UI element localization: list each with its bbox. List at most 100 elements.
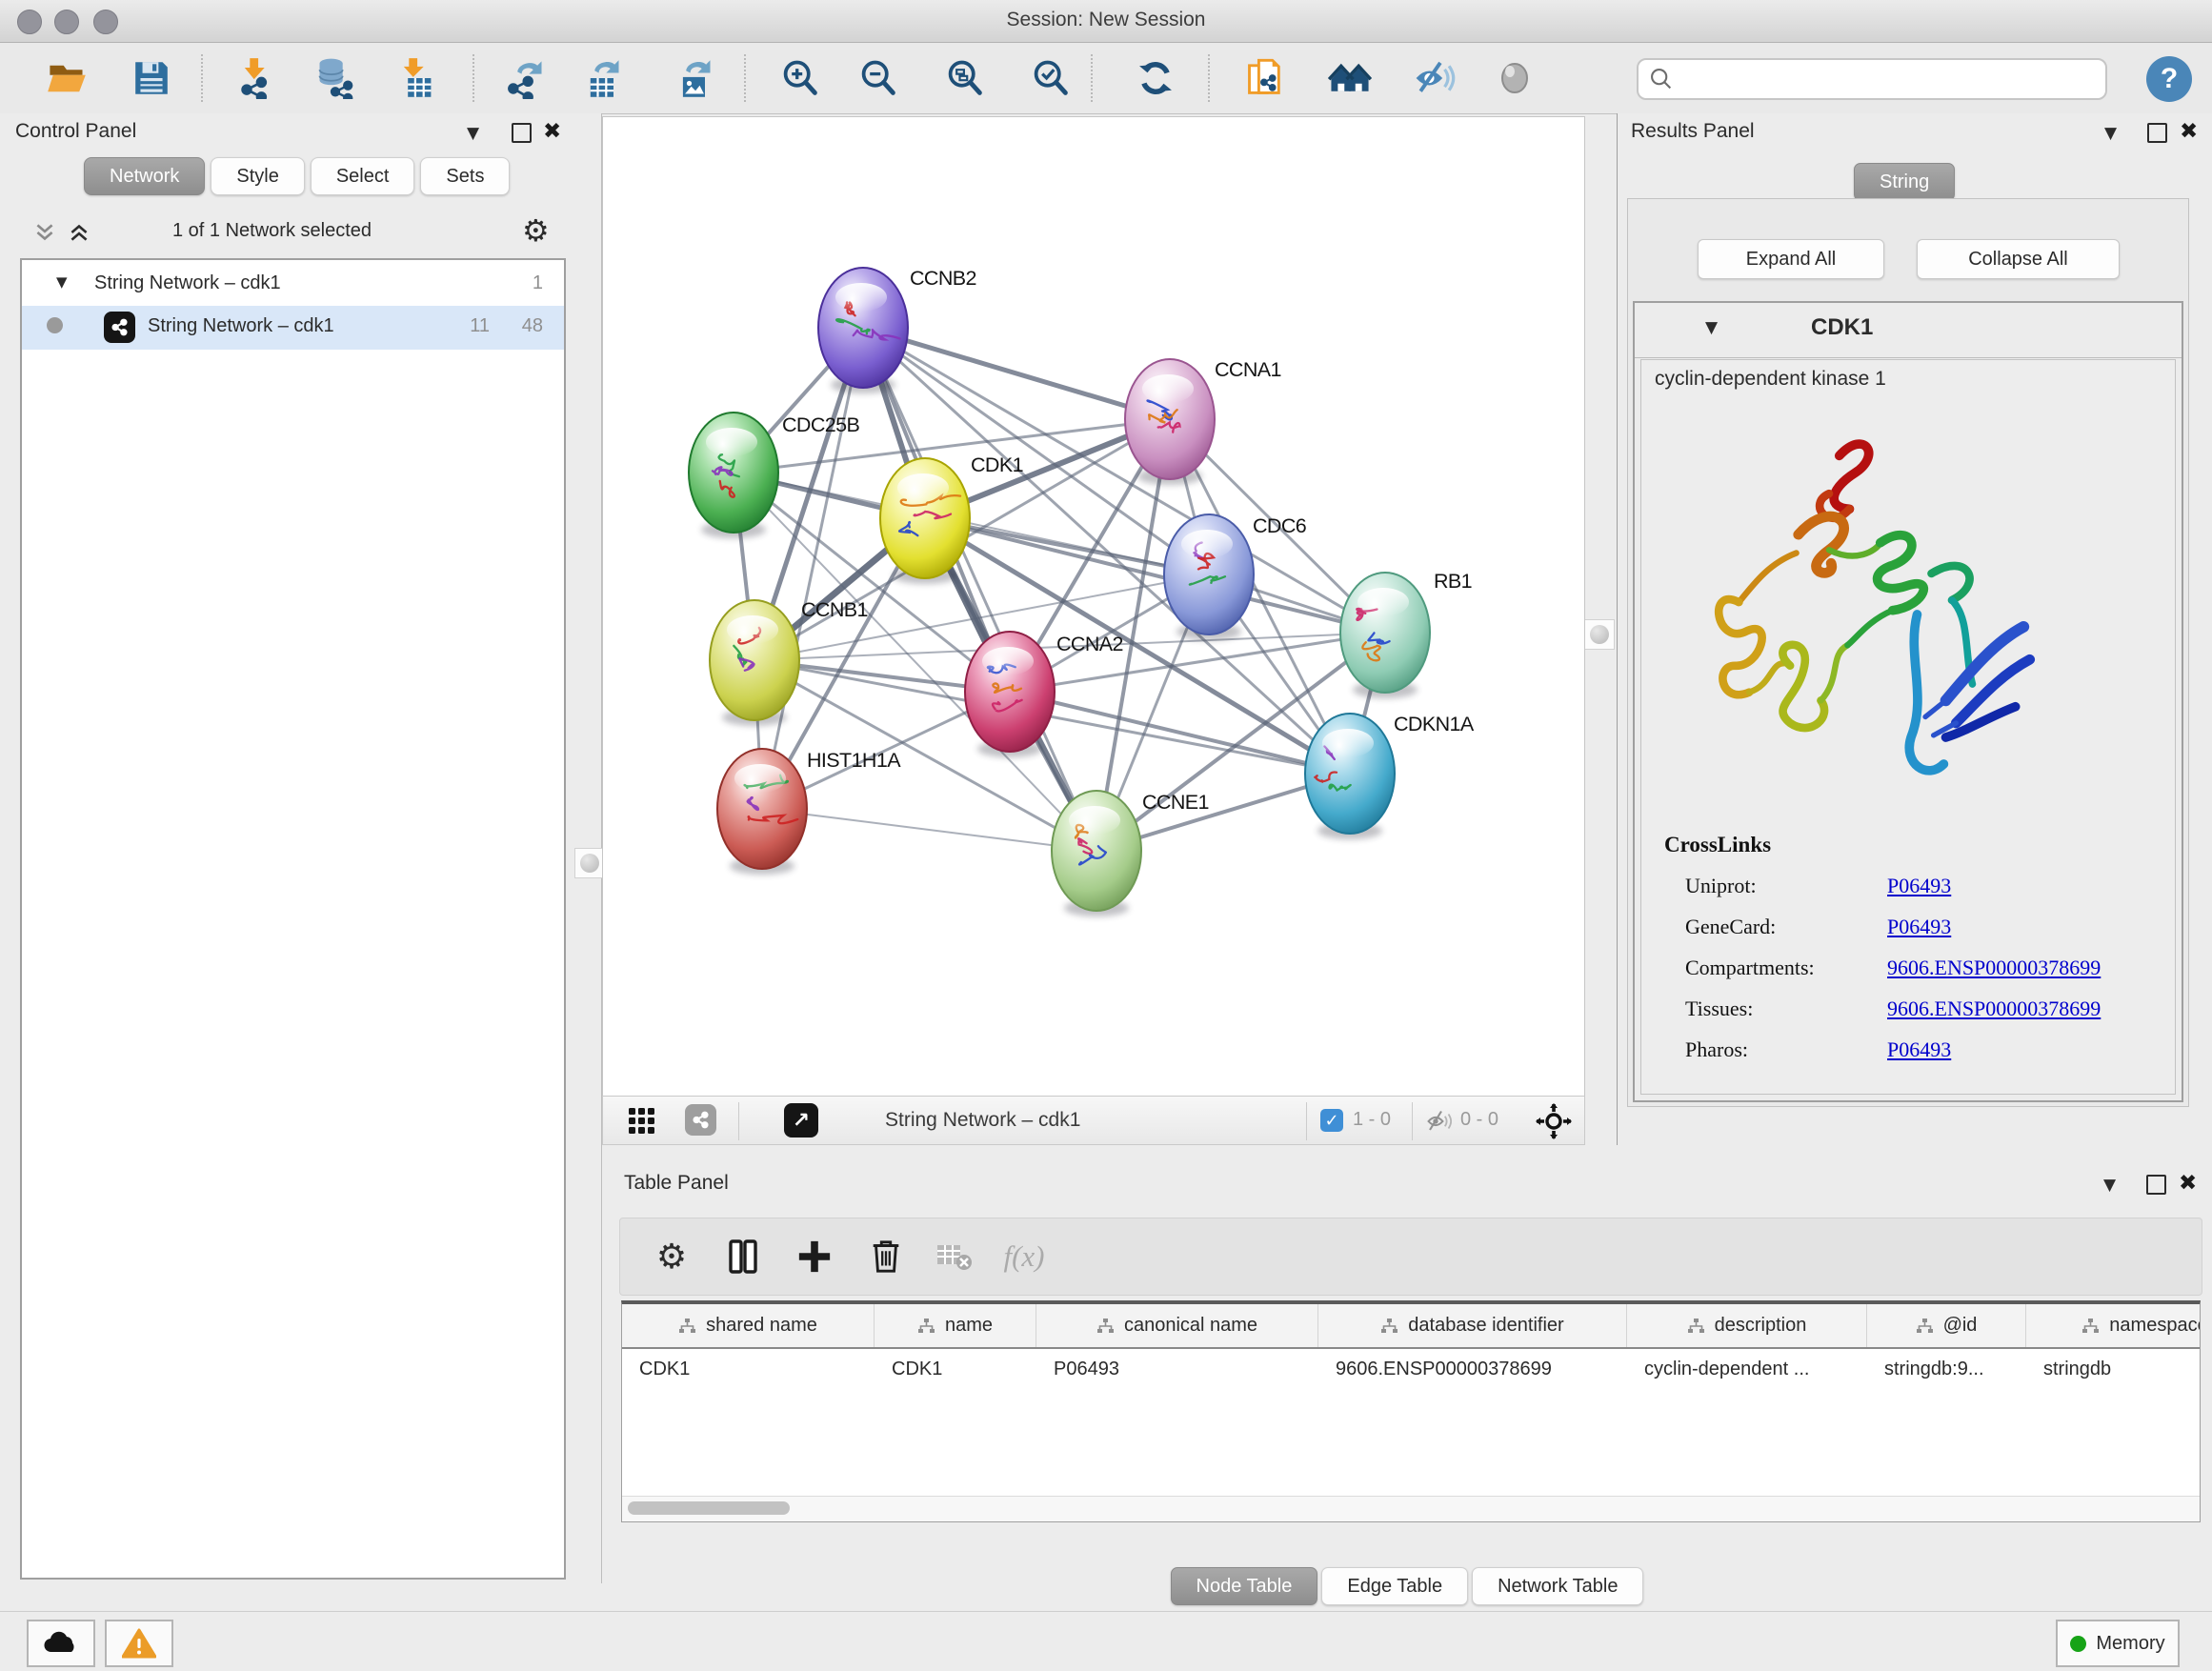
birds-eye-icon[interactable] [1535,1102,1573,1140]
cloud-button[interactable] [27,1620,95,1667]
zoom-in-button[interactable] [775,53,825,103]
memory-button[interactable]: Memory [2056,1620,2180,1667]
column-header--id[interactable]: @id [1867,1304,2026,1347]
tab-select[interactable]: Select [311,157,415,195]
tab-network[interactable]: Network [84,157,205,195]
search-input[interactable] [1675,68,2105,91]
crosslink-row: Pharos:P06493 [1664,1037,2101,1062]
tab-node-table[interactable]: Node Table [1171,1567,1318,1605]
crosslink-row: Compartments:9606.ENSP00000378699 [1664,956,2101,980]
table-horizontal-scrollbar[interactable] [622,1496,2200,1521]
collection-count: 1 [533,272,543,294]
tab-string[interactable]: String [1854,163,1955,201]
network-node-RB1[interactable]: RB1 [1340,570,1472,698]
network-type-icon[interactable] [685,1104,716,1136]
network-node-CDKN1A[interactable]: CDKN1A [1305,713,1475,839]
import-database-button[interactable] [311,53,360,103]
table-cell: P06493 [1036,1359,1318,1380]
function-builder-icon[interactable]: f(x) [999,1232,1049,1281]
network-node-CCNA2[interactable]: CCNA2 [965,632,1123,757]
hidden-nodes-icon[interactable] [1424,1108,1453,1135]
crosslink-link[interactable]: 9606.ENSP00000378699 [1887,997,2101,1021]
hide-panels-button[interactable] [1409,53,1458,103]
save-session-button[interactable] [127,53,176,103]
table-panel-menu-arrow[interactable]: ▼ [2103,1176,2116,1195]
zoom-fit-button[interactable] [940,53,990,103]
export-network-button[interactable] [501,53,551,103]
grid-view-icon[interactable] [628,1107,656,1136]
tab-edge-table[interactable]: Edge Table [1321,1567,1468,1605]
network-node-CCNB2[interactable]: CCNB2 [818,267,976,393]
node-label-CDK1: CDK1 [971,453,1023,476]
node-label-CDC6: CDC6 [1253,514,1307,537]
collapse-all-button[interactable]: Collapse All [1917,239,2120,279]
export-table-icon [582,57,624,99]
delete-column-icon[interactable] [861,1232,911,1281]
column-header-database-identifier[interactable]: database identifier [1318,1304,1627,1347]
column-header-name[interactable]: name [875,1304,1036,1347]
clear-table-icon[interactable] [930,1232,979,1281]
column-header-shared-name[interactable]: shared name [622,1304,875,1347]
clone-network-button[interactable] [1240,53,1290,103]
homes-button[interactable] [1325,53,1375,103]
scrollbar-thumb[interactable] [628,1501,790,1515]
tab-style[interactable]: Style [211,157,304,195]
left-splitter-handle[interactable] [574,848,605,878]
network-collection-row[interactable]: ▼ String Network – cdk1 1 [22,266,564,304]
crosslink-link[interactable]: P06493 [1887,915,1951,939]
import-network-button[interactable] [232,53,282,103]
node-label-CCNA1: CCNA1 [1215,358,1281,381]
warnings-button[interactable] [105,1620,173,1667]
results-panel-float-button[interactable] [2147,123,2167,143]
table-settings-gear-icon[interactable]: ⚙ [647,1232,696,1281]
network-node-CCNE1[interactable]: CCNE1 [1052,791,1209,916]
control-panel-float-button[interactable] [512,123,532,143]
gene-panel-header[interactable]: ▼ CDK1 [1635,303,2182,358]
add-column-icon[interactable] [790,1232,839,1281]
expand-all-button[interactable]: Expand All [1698,239,1884,279]
crosslink-link[interactable]: 9606.ENSP00000378699 [1887,956,2101,980]
help-button[interactable]: ? [2146,56,2192,102]
table-row[interactable]: CDK1CDK1P064939606.ENSP00000378699cyclin… [622,1349,2200,1389]
network-row-selected[interactable]: String Network – cdk1 11 48 [22,306,564,350]
zoom-selected-button[interactable] [1026,53,1076,103]
select-columns-icon[interactable] [718,1232,768,1281]
export-table-button[interactable] [578,53,628,103]
column-header-description[interactable]: description [1627,1304,1867,1347]
crosslink-link[interactable]: P06493 [1887,1037,1951,1062]
crosslink-link[interactable]: P06493 [1887,874,1951,898]
results-panel-close-button[interactable]: ✖ [2180,121,2198,143]
selected-nodes-checkbox[interactable]: ✓ [1320,1109,1343,1132]
open-session-button[interactable] [42,53,91,103]
column-header-canonical-name[interactable]: canonical name [1036,1304,1318,1347]
gene-collapse-arrow[interactable]: ▼ [1705,318,1718,337]
column-header-label: namespace [2109,1315,2201,1337]
network-options-gear-icon[interactable]: ⚙ [522,212,550,249]
import-table-button[interactable] [392,53,441,103]
network-node-CDC6[interactable]: CDC6 [1164,514,1307,640]
zoom-out-button[interactable] [854,53,903,103]
network-node-CDC25B[interactable]: CDC25B [689,413,859,538]
network-node-CCNA1[interactable]: CCNA1 [1125,358,1281,485]
node-table[interactable]: shared namenamecanonical namedatabase id… [621,1300,2201,1522]
export-image-button[interactable] [670,53,719,103]
control-panel-menu-arrow[interactable]: ▼ [467,124,479,143]
collection-expand-arrow[interactable]: ▼ [56,273,68,291]
tab-sets[interactable]: Sets [420,157,510,195]
table-panel-float-button[interactable] [2146,1175,2166,1195]
detach-view-icon[interactable]: ↗ [784,1103,818,1137]
network-canvas[interactable]: CCNB2CCNA1CDC25BCDK1CDC6RB1CCNB1CCNA2HIS… [602,116,1585,1097]
open-folder-icon [46,57,88,99]
warning-icon [122,1628,156,1659]
table-panel-close-button[interactable]: ✖ [2179,1173,2197,1195]
refresh-button[interactable] [1131,53,1180,103]
column-header-namespace[interactable]: namespace [2026,1304,2201,1347]
column-sort-icon [678,1318,696,1334]
results-panel-menu-arrow[interactable]: ▼ [2104,124,2117,143]
show-panels-button[interactable] [1490,53,1539,103]
control-panel-close-button[interactable]: ✖ [543,121,561,143]
table-toolbar: ⚙ f(x) [619,1218,2202,1296]
tab-network-table[interactable]: Network Table [1472,1567,1643,1605]
right-splitter-handle[interactable] [1584,619,1615,650]
network-node-HIST1H1A[interactable]: HIST1H1A [717,749,901,875]
